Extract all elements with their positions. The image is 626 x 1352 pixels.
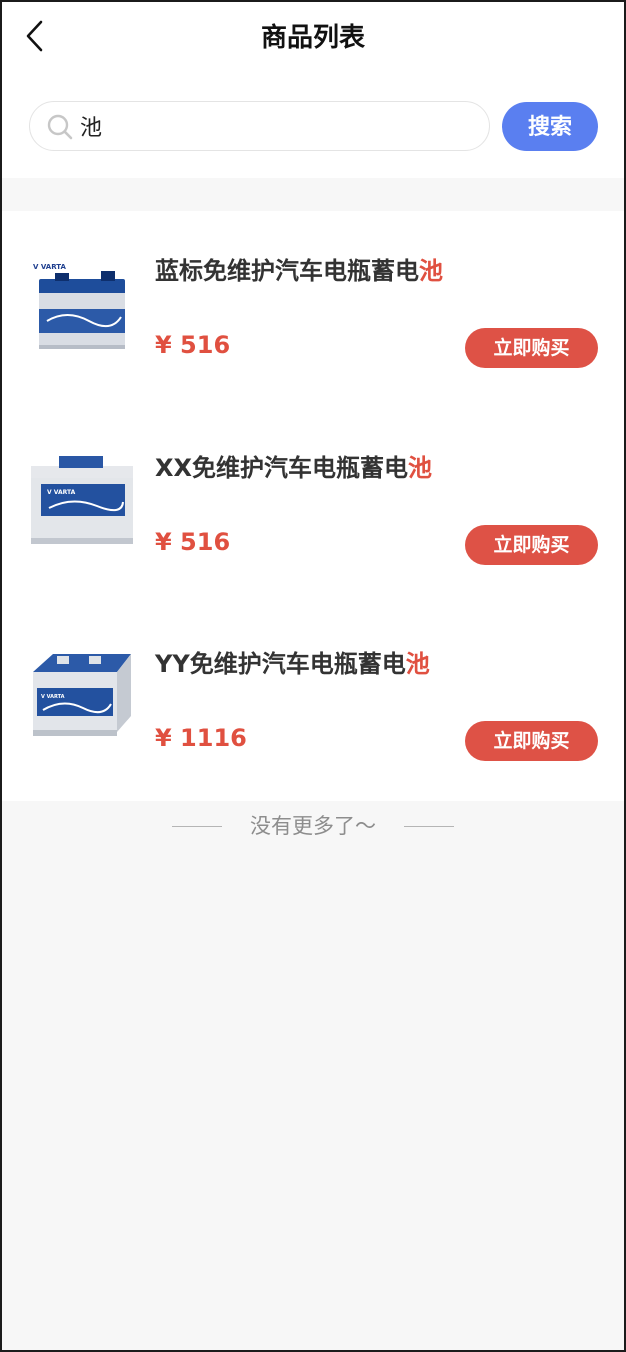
top-bar: 商品列表 搜索 [0, 0, 626, 178]
product-name-highlight: 池 [408, 454, 433, 482]
list-item[interactable]: V VARTA YY免维护汽车电瓶蓄电池 ¥ 1116 立即购买 [0, 604, 626, 800]
product-name-prefix: XX免维护汽车电瓶蓄电 [155, 454, 409, 482]
end-of-list: 没有更多了～ [0, 808, 626, 844]
product-price: ¥ 516 [155, 331, 231, 359]
product-name[interactable]: 蓝标免维护汽车电瓶蓄电池 [155, 254, 443, 288]
end-of-list-text: 没有更多了～ [250, 814, 376, 838]
product-name-highlight: 池 [405, 650, 430, 678]
battery-image: V VARTA [31, 456, 133, 544]
divider-line-right [404, 826, 454, 827]
product-list: V VARTA 蓝标免维护汽车电瓶蓄电池 ¥ 516 立即购买 V VARTA … [0, 211, 626, 801]
buy-now-button[interactable]: 立即购买 [465, 328, 598, 368]
product-name[interactable]: XX免维护汽车电瓶蓄电池 [155, 451, 432, 485]
product-name-highlight: 池 [419, 257, 443, 285]
battery-image: V VARTA [33, 654, 131, 736]
product-name[interactable]: YY免维护汽车电瓶蓄电池 [155, 647, 430, 681]
svg-text:V VARTA: V VARTA [33, 263, 67, 271]
list-item[interactable]: V VARTA 蓝标免维护汽车电瓶蓄电池 ¥ 516 立即购买 [0, 211, 626, 407]
page-title: 商品列表 [260, 23, 365, 53]
product-price: ¥ 516 [155, 528, 231, 556]
buy-now-button[interactable]: 立即购买 [465, 721, 598, 761]
search-button[interactable]: 搜索 [502, 102, 598, 151]
svg-text:V VARTA: V VARTA [41, 694, 65, 700]
search-box[interactable] [29, 101, 490, 151]
list-item[interactable]: V VARTA XX免维护汽车电瓶蓄电池 ¥ 516 立即购买 [0, 408, 626, 604]
search-icon [47, 114, 73, 140]
battery-image: V VARTA [33, 263, 125, 349]
product-name-prefix: YY免维护汽车电瓶蓄电 [155, 650, 406, 678]
buy-now-button[interactable]: 立即购买 [465, 525, 598, 565]
product-price: ¥ 1116 [155, 724, 247, 752]
search-input[interactable] [80, 108, 470, 144]
svg-text:V VARTA: V VARTA [47, 489, 76, 496]
product-name-prefix: 蓝标免维护汽车电瓶蓄电 [155, 257, 419, 285]
